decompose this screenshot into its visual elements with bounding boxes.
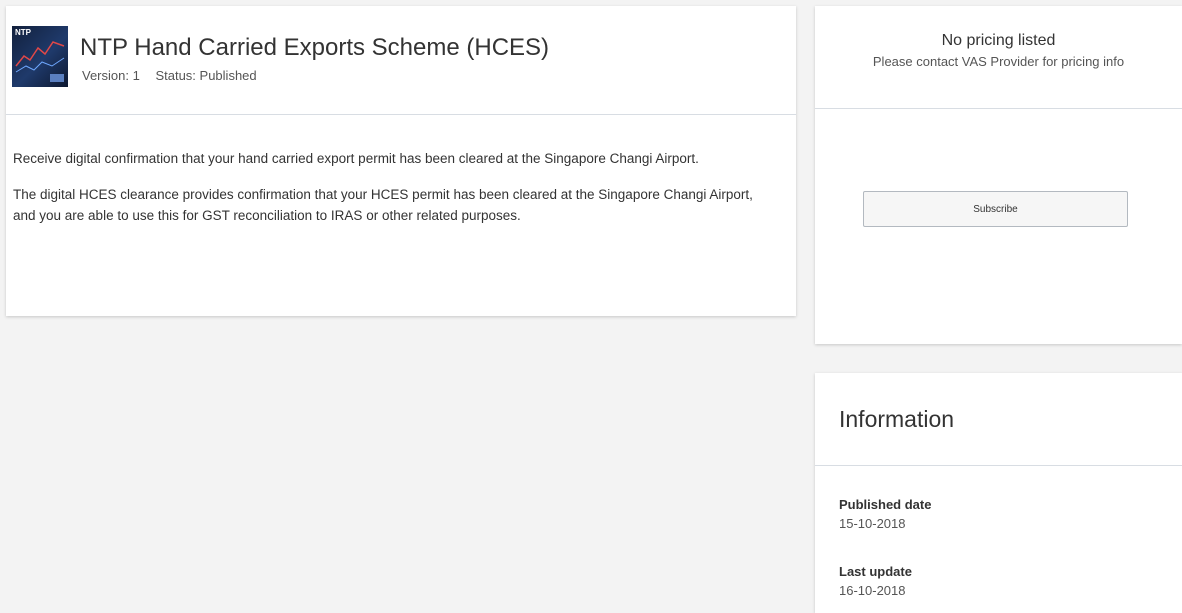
information-heading: Information: [815, 373, 1182, 466]
information-card: Information Published date 15-10-2018 La…: [815, 373, 1182, 613]
service-details-card: NTP NTP Hand Carried Exports Scheme (HCE…: [6, 6, 796, 316]
description-paragraph-2: The digital HCES clearance provides conf…: [13, 187, 753, 223]
version-text: Version: 1: [82, 68, 140, 83]
last-update-label: Last update: [839, 564, 912, 579]
description-paragraph-1: Receive digital confirmation that your h…: [13, 151, 699, 166]
pricing-card: No pricing listed Please contact VAS Pro…: [815, 6, 1182, 344]
pricing-info: No pricing listed Please contact VAS Pro…: [815, 6, 1182, 109]
subscribe-button[interactable]: Subscribe: [863, 191, 1128, 227]
pricing-subtitle: Please contact VAS Provider for pricing …: [872, 54, 1125, 69]
logo-text: NTP: [15, 28, 31, 37]
published-date-field: Published date 15-10-2018: [839, 497, 931, 531]
status-text: Status: Published: [155, 68, 257, 83]
service-title: NTP Hand Carried Exports Scheme (HCES): [80, 34, 550, 61]
service-logo: NTP: [12, 26, 68, 87]
published-date-value: 15-10-2018: [839, 516, 906, 531]
service-description: Receive digital confirmation that your h…: [13, 148, 753, 241]
published-date-label: Published date: [839, 497, 932, 512]
last-update-field: Last update 16-10-2018: [839, 564, 912, 598]
service-header: NTP NTP Hand Carried Exports Scheme (HCE…: [6, 6, 796, 115]
information-title: Information: [839, 406, 955, 432]
last-update-value: 16-10-2018: [839, 583, 906, 598]
pricing-title: No pricing listed: [941, 32, 1056, 49]
service-meta: Version: 1 Status: Published: [82, 68, 257, 83]
